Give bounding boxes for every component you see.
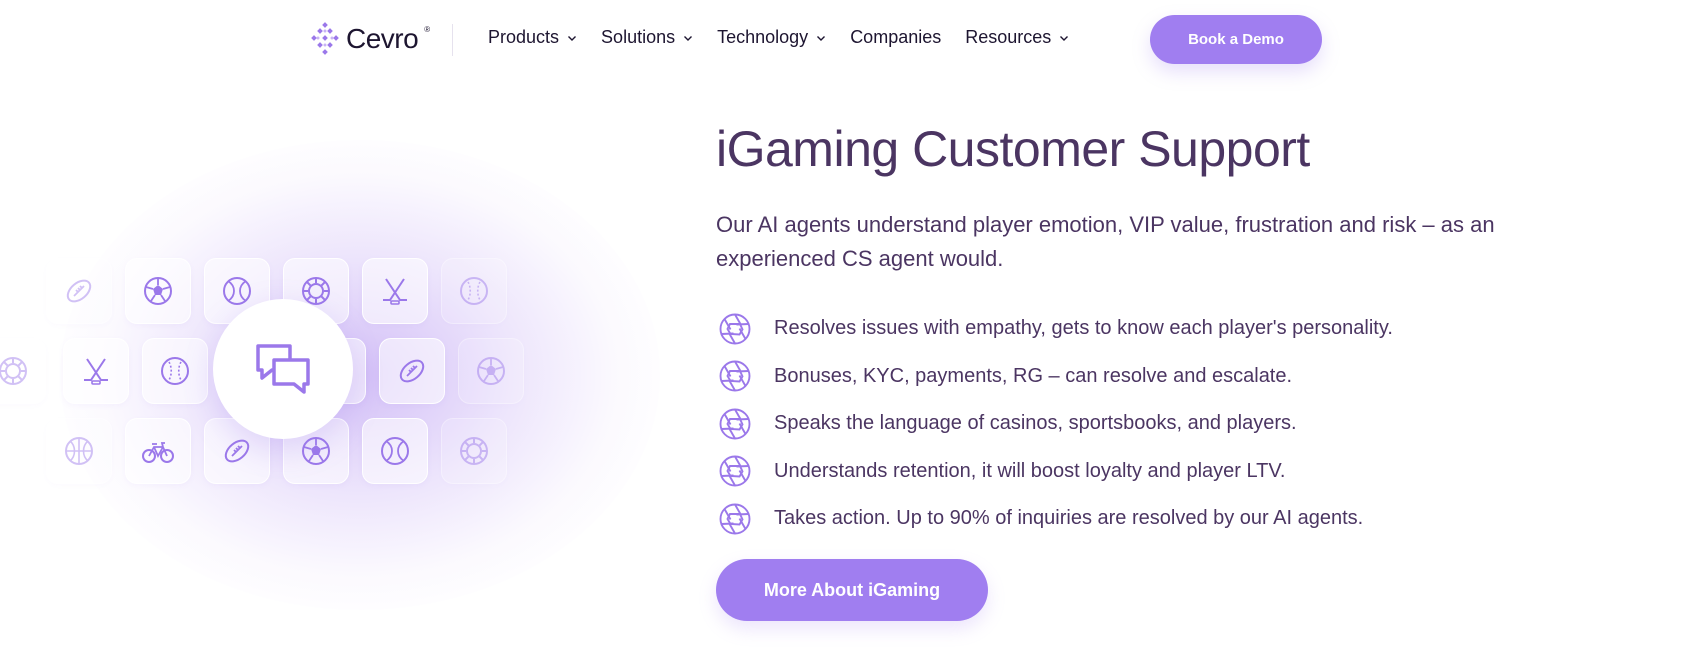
tile-soccer — [458, 338, 524, 404]
football-icon — [220, 435, 254, 467]
logo-registered-mark: ® — [424, 24, 431, 34]
list-item: Resolves issues with empathy, gets to kn… — [718, 305, 1393, 353]
list-item: Speaks the language of casinos, sportsbo… — [718, 400, 1393, 448]
tile-baseball — [441, 258, 507, 324]
chevron-down-icon — [1060, 35, 1069, 41]
tile-hockey — [63, 338, 129, 404]
basketball-icon — [65, 437, 93, 465]
tile-soccer — [125, 258, 191, 324]
list-item: Bonuses, KYC, payments, RG – can resolve… — [718, 353, 1393, 401]
hockey-sticks-icon — [83, 358, 109, 385]
chat-bubble-circle — [213, 299, 353, 439]
tennis-ball-icon — [381, 437, 409, 465]
tile-football — [379, 338, 445, 404]
tennis-ball-icon — [223, 277, 251, 305]
tile-chip — [441, 418, 507, 484]
list-item: Understands retention, it will boost loy… — [718, 448, 1393, 496]
poker-chip-icon — [0, 357, 27, 385]
tile-bike — [125, 418, 191, 484]
hero-subtitle: Our AI agents understand player emotion,… — [716, 212, 1495, 271]
menu-item-label: Resources — [965, 27, 1052, 47]
aperture-icon — [719, 503, 751, 535]
menu-item-label: Solutions — [601, 27, 676, 47]
chevron-down-icon — [684, 35, 693, 41]
logo-text: Cevro — [346, 23, 419, 54]
hockey-sticks-icon — [382, 278, 408, 305]
bicycle-icon — [142, 442, 174, 463]
soccer-ball-icon — [144, 277, 172, 305]
logo-mark-icon — [311, 22, 339, 55]
more-about-igaming-button[interactable]: More About iGaming — [716, 559, 988, 621]
book-demo-button[interactable]: Book a Demo — [1150, 15, 1322, 64]
chat-bubbles-icon — [256, 344, 310, 394]
aperture-icon — [719, 455, 751, 487]
aperture-icon — [719, 360, 751, 392]
cevro-logo[interactable]: Cevro ® — [310, 22, 430, 56]
aperture-icon — [719, 313, 751, 345]
baseball-icon — [460, 277, 488, 305]
tile-football — [46, 258, 112, 324]
menu-item-solutions[interactable]: Solutions — [601, 27, 693, 48]
feature-text: Takes action. Up to 90% of inquiries are… — [774, 507, 1364, 530]
menu-item-label: Products — [488, 27, 560, 47]
tile-tennis — [362, 418, 428, 484]
feature-text: Bonuses, KYC, payments, RG – can resolve… — [774, 364, 1293, 387]
tile-baseball — [142, 338, 208, 404]
tile-basketball — [46, 418, 112, 484]
tile-chip — [0, 338, 46, 404]
menu-item-companies[interactable]: Companies — [850, 27, 941, 48]
top-navigation: Cevro ® Products Solutions Technology Com… — [0, 0, 1707, 80]
aperture-icon — [719, 408, 751, 440]
tile-hockey — [362, 258, 428, 324]
menu-item-products[interactable]: Products — [488, 27, 577, 48]
football-icon — [395, 355, 429, 387]
nav-divider — [452, 24, 453, 56]
feature-text: Understands retention, it will boost loy… — [774, 459, 1286, 482]
main-menu: Products Solutions Technology Companies … — [488, 27, 1093, 48]
poker-chip-icon — [460, 437, 488, 465]
soccer-ball-icon — [477, 357, 505, 385]
chevron-down-icon — [568, 35, 577, 41]
menu-item-technology[interactable]: Technology — [717, 27, 826, 48]
chevron-down-icon — [817, 35, 826, 41]
menu-item-label: Technology — [717, 27, 809, 47]
feature-list: Resolves issues with empathy, gets to kn… — [718, 305, 1393, 543]
menu-item-label: Companies — [850, 27, 942, 47]
feature-text: Speaks the language of casinos, sportsbo… — [774, 412, 1297, 435]
feature-text: Resolves issues with empathy, gets to kn… — [774, 317, 1393, 340]
menu-item-resources[interactable]: Resources — [965, 27, 1069, 48]
baseball-icon — [161, 357, 189, 385]
page-title: iGaming Customer Support — [716, 121, 1310, 177]
soccer-ball-icon — [302, 437, 330, 465]
football-icon — [62, 275, 96, 307]
list-item: Takes action. Up to 90% of inquiries are… — [718, 495, 1393, 543]
